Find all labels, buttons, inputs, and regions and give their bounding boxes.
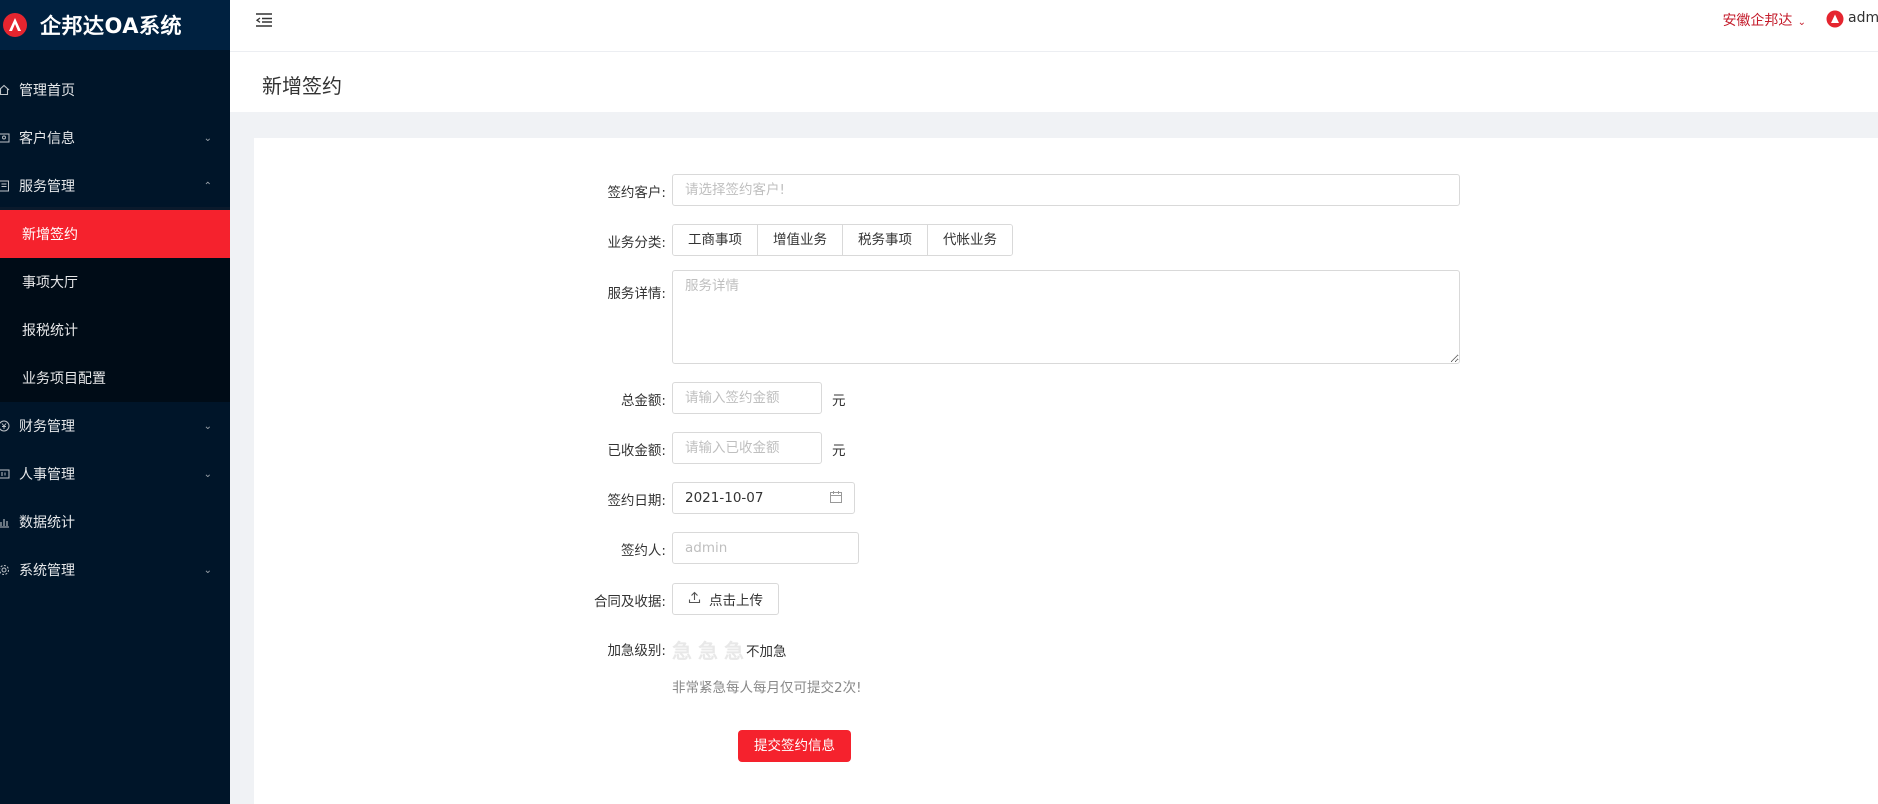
page-title: 新增签约 xyxy=(262,74,342,98)
sidebar-item-service[interactable]: 服务管理 ⌃ xyxy=(0,162,230,210)
user-name[interactable]: admin xyxy=(1848,10,1878,26)
category-segmented: 工商事项 增值业务 税务事项 代帐业务 xyxy=(672,224,1013,256)
form-row-date: 签约日期: xyxy=(254,482,1878,514)
top-header: 安徽企邦达 ⌄ admin xyxy=(230,0,1878,52)
category-option-value-added[interactable]: 增值业务 xyxy=(758,225,843,255)
received-unit: 元 xyxy=(832,443,846,459)
urgency-star[interactable]: 急 xyxy=(698,635,718,664)
upload-button[interactable]: 点击上传 xyxy=(672,583,779,615)
signer-input[interactable] xyxy=(672,532,859,564)
sidebar-item-customers[interactable]: 客户信息 ⌄ xyxy=(0,114,230,162)
calendar-icon[interactable] xyxy=(829,490,843,508)
category-option-bookkeeping[interactable]: 代帐业务 xyxy=(928,225,1012,255)
contract-label: 合同及收据: xyxy=(593,594,666,610)
urgency-star[interactable]: 急 xyxy=(672,635,692,664)
upload-button-label: 点击上传 xyxy=(709,593,763,609)
user-avatar-icon[interactable] xyxy=(1826,10,1844,28)
urgency-hint: 非常紧急每人每月仅可提交2次! xyxy=(672,680,862,696)
service-submenu: 新增签约 事项大厅 报税统计 业务项目配置 xyxy=(0,207,230,402)
chevron-down-icon: ⌄ xyxy=(203,132,212,144)
submit-button[interactable]: 提交签约信息 xyxy=(738,730,851,762)
customer-icon xyxy=(0,131,11,145)
sidebar-item-label: 管理首页 xyxy=(19,83,75,99)
sidebar-item-data-stats[interactable]: 数据统计 xyxy=(0,498,230,546)
details-label: 服务详情: xyxy=(607,286,666,302)
menu-fold-icon[interactable] xyxy=(254,10,278,34)
category-label: 业务分类: xyxy=(607,235,666,251)
company-name: 安徽企邦达 xyxy=(1722,13,1793,29)
sidebar-item-label: 客户信息 xyxy=(19,131,75,147)
logo[interactable]: 企邦达OA系统 xyxy=(0,0,230,50)
urgency-rate: 急 急 急 不加急 xyxy=(672,635,787,664)
urgency-label: 加急级别: xyxy=(607,643,666,659)
sidebar-item-finance[interactable]: 财务管理 ⌄ xyxy=(0,402,230,450)
sidebar-item-label: 财务管理 xyxy=(19,419,75,435)
sidebar-item-project-config[interactable]: 业务项目配置 xyxy=(0,354,230,402)
sidebar-item-label: 事项大厅 xyxy=(22,275,78,291)
received-label: 已收金额: xyxy=(607,443,666,459)
date-picker[interactable] xyxy=(672,482,855,514)
sidebar-menu: 管理首页 客户信息 ⌄ 服务管理 ⌃ 新增签约 事项大厅 报税统计 业务项目配置… xyxy=(0,66,230,594)
sidebar-item-home[interactable]: 管理首页 xyxy=(0,66,230,114)
total-amount-input[interactable] xyxy=(672,382,822,414)
category-option-tax[interactable]: 税务事项 xyxy=(843,225,928,255)
logo-icon xyxy=(0,10,30,40)
total-unit: 元 xyxy=(832,393,846,409)
total-label: 总金额: xyxy=(620,393,666,409)
chevron-down-icon: ⌄ xyxy=(203,564,212,576)
chevron-down-icon: ⌄ xyxy=(203,468,212,480)
sidebar: 企邦达OA系统 管理首页 客户信息 ⌄ 服务管理 ⌃ 新增签约 事项大厅 报税统… xyxy=(0,0,230,804)
hr-icon xyxy=(0,467,11,481)
category-option-business[interactable]: 工商事项 xyxy=(673,225,758,255)
sidebar-item-hr[interactable]: 人事管理 ⌄ xyxy=(0,450,230,498)
customer-select[interactable] xyxy=(672,174,1460,206)
urgency-star[interactable]: 急 xyxy=(724,635,744,664)
chart-icon xyxy=(0,515,11,529)
sidebar-item-label: 业务项目配置 xyxy=(22,371,106,387)
chevron-down-icon: ⌄ xyxy=(203,420,212,432)
date-label: 签约日期: xyxy=(607,493,666,509)
customer-label: 签约客户: xyxy=(607,185,666,201)
upload-icon xyxy=(688,591,701,608)
sidebar-item-system[interactable]: 系统管理 ⌄ xyxy=(0,546,230,594)
date-input[interactable] xyxy=(672,482,855,514)
service-icon xyxy=(0,179,11,193)
sidebar-item-label: 报税统计 xyxy=(22,323,78,339)
chevron-down-icon: ⌄ xyxy=(1794,17,1806,28)
sidebar-item-tax-stats[interactable]: 报税统计 xyxy=(0,306,230,354)
details-textarea[interactable] xyxy=(672,270,1460,364)
sidebar-item-task-hall[interactable]: 事项大厅 xyxy=(0,258,230,306)
home-icon xyxy=(0,83,11,97)
sidebar-item-new-contract[interactable]: 新增签约 xyxy=(0,207,230,258)
chevron-up-icon: ⌃ xyxy=(203,180,212,192)
sidebar-item-label: 系统管理 xyxy=(19,563,75,579)
sidebar-item-label: 新增签约 xyxy=(22,227,78,243)
sidebar-item-label: 人事管理 xyxy=(19,467,75,483)
urgency-value: 不加急 xyxy=(746,643,787,660)
sidebar-item-label: 数据统计 xyxy=(19,515,75,531)
company-dropdown[interactable]: 安徽企邦达 ⌄ xyxy=(1722,10,1806,30)
form-card: 签约客户: 业务分类: 工商事项 增值业务 税务事项 代帐业务 服务详情: 总金… xyxy=(254,138,1878,804)
received-amount-input[interactable] xyxy=(672,432,822,464)
sidebar-item-label: 服务管理 xyxy=(19,179,75,195)
signer-label: 签约人: xyxy=(620,543,666,559)
settings-icon xyxy=(0,563,11,577)
page-header: 新增签约 xyxy=(230,52,1878,112)
finance-icon xyxy=(0,419,11,433)
app-title: 企邦达OA系统 xyxy=(40,14,183,38)
